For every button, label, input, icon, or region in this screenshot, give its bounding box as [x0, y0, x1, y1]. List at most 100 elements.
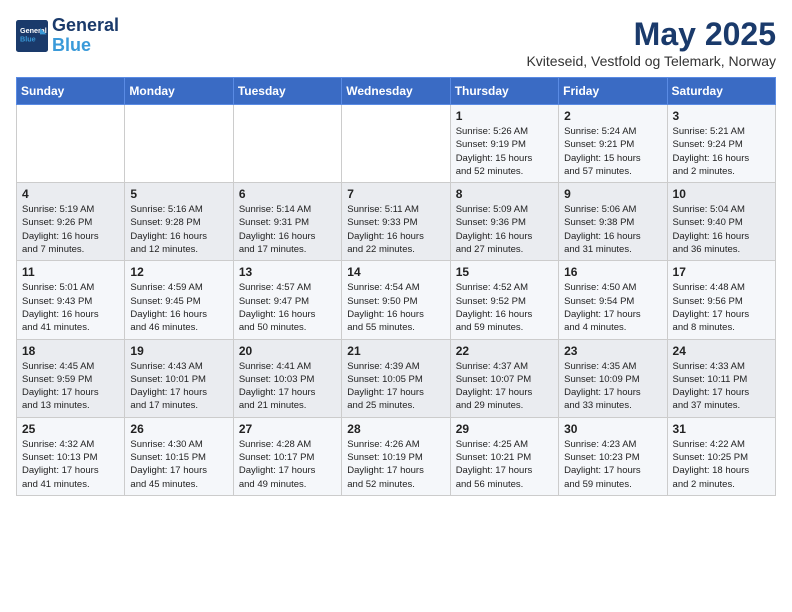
- calendar-cell: 21 Sunrise: 4:39 AM Sunset: 10:05 PM Dayl…: [342, 339, 450, 417]
- cell-content: Sunrise: 4:32 AM Sunset: 10:13 PM Daylig…: [22, 438, 119, 491]
- calendar-cell: 6 Sunrise: 5:14 AM Sunset: 9:31 PM Daylig…: [233, 183, 341, 261]
- calendar: SundayMondayTuesdayWednesdayThursdayFrid…: [16, 77, 776, 496]
- cell-content: Sunrise: 5:01 AM Sunset: 9:43 PM Dayligh…: [22, 281, 119, 334]
- day-number: 16: [564, 265, 661, 279]
- logo: General Blue General Blue: [16, 16, 119, 56]
- cell-content: Sunrise: 5:11 AM Sunset: 9:33 PM Dayligh…: [347, 203, 444, 256]
- day-number: 31: [673, 422, 770, 436]
- day-number: 27: [239, 422, 336, 436]
- cell-content: Sunrise: 5:09 AM Sunset: 9:36 PM Dayligh…: [456, 203, 553, 256]
- calendar-cell: 24 Sunrise: 4:33 AM Sunset: 10:11 PM Dayl…: [667, 339, 775, 417]
- calendar-cell: 18Sunrise: 4:45 AM Sunset: 9:59 PM Dayli…: [17, 339, 125, 417]
- cell-content: Sunrise: 5:14 AM Sunset: 9:31 PM Dayligh…: [239, 203, 336, 256]
- day-number: 12: [130, 265, 227, 279]
- day-number: 17: [673, 265, 770, 279]
- cell-content: Sunrise: 4:43 AM Sunset: 10:01 PM Daylig…: [130, 360, 227, 413]
- month-title: May 2025: [526, 16, 776, 53]
- cell-content: Sunrise: 4:22 AM Sunset: 10:25 PM Daylig…: [673, 438, 770, 491]
- calendar-cell: 23 Sunrise: 4:35 AM Sunset: 10:09 PM Dayl…: [559, 339, 667, 417]
- cell-content: Sunrise: 5:06 AM Sunset: 9:38 PM Dayligh…: [564, 203, 661, 256]
- calendar-cell: 3 Sunrise: 5:21 AM Sunset: 9:24 PM Daylig…: [667, 105, 775, 183]
- day-number: 20: [239, 344, 336, 358]
- header-row: SundayMondayTuesdayWednesdayThursdayFrid…: [17, 78, 776, 105]
- cell-content: Sunrise: 4:59 AM Sunset: 9:45 PM Dayligh…: [130, 281, 227, 334]
- cell-content: Sunrise: 4:48 AM Sunset: 9:56 PM Dayligh…: [673, 281, 770, 334]
- header-friday: Friday: [559, 78, 667, 105]
- logo-text: General Blue: [52, 16, 119, 56]
- day-number: 25: [22, 422, 119, 436]
- calendar-cell: 20 Sunrise: 4:41 AM Sunset: 10:03 PM Dayl…: [233, 339, 341, 417]
- calendar-cell: 13Sunrise: 4:57 AM Sunset: 9:47 PM Dayli…: [233, 261, 341, 339]
- calendar-cell: 4Sunrise: 5:19 AM Sunset: 9:26 PM Daylig…: [17, 183, 125, 261]
- day-number: 10: [673, 187, 770, 201]
- week-row-5: 25 Sunrise: 4:32 AM Sunset: 10:13 PM Dayl…: [17, 417, 776, 495]
- cell-content: Sunrise: 5:21 AM Sunset: 9:24 PM Dayligh…: [673, 125, 770, 178]
- calendar-cell: 1 Sunrise: 5:26 AM Sunset: 9:19 PM Daylig…: [450, 105, 558, 183]
- calendar-cell: 10 Sunrise: 5:04 AM Sunset: 9:40 PM Dayli…: [667, 183, 775, 261]
- cell-content: Sunrise: 4:39 AM Sunset: 10:05 PM Daylig…: [347, 360, 444, 413]
- day-number: 23: [564, 344, 661, 358]
- cell-content: Sunrise: 5:04 AM Sunset: 9:40 PM Dayligh…: [673, 203, 770, 256]
- day-number: 5: [130, 187, 227, 201]
- day-number: 22: [456, 344, 553, 358]
- cell-content: Sunrise: 4:23 AM Sunset: 10:23 PM Daylig…: [564, 438, 661, 491]
- day-number: 14: [347, 265, 444, 279]
- calendar-header: SundayMondayTuesdayWednesdayThursdayFrid…: [17, 78, 776, 105]
- header-tuesday: Tuesday: [233, 78, 341, 105]
- calendar-cell: 29 Sunrise: 4:25 AM Sunset: 10:21 PM Dayl…: [450, 417, 558, 495]
- page-header: General Blue General Blue May 2025 Kvite…: [16, 16, 776, 69]
- cell-content: Sunrise: 4:54 AM Sunset: 9:50 PM Dayligh…: [347, 281, 444, 334]
- day-number: 21: [347, 344, 444, 358]
- cell-content: Sunrise: 4:26 AM Sunset: 10:19 PM Daylig…: [347, 438, 444, 491]
- cell-content: Sunrise: 4:41 AM Sunset: 10:03 PM Daylig…: [239, 360, 336, 413]
- cell-content: Sunrise: 4:50 AM Sunset: 9:54 PM Dayligh…: [564, 281, 661, 334]
- day-number: 2: [564, 109, 661, 123]
- calendar-cell: 28 Sunrise: 4:26 AM Sunset: 10:19 PM Dayl…: [342, 417, 450, 495]
- calendar-cell: 7 Sunrise: 5:11 AM Sunset: 9:33 PM Daylig…: [342, 183, 450, 261]
- cell-content: Sunrise: 5:24 AM Sunset: 9:21 PM Dayligh…: [564, 125, 661, 178]
- calendar-cell: 16 Sunrise: 4:50 AM Sunset: 9:54 PM Dayli…: [559, 261, 667, 339]
- cell-content: Sunrise: 4:37 AM Sunset: 10:07 PM Daylig…: [456, 360, 553, 413]
- calendar-cell: [125, 105, 233, 183]
- cell-content: Sunrise: 5:16 AM Sunset: 9:28 PM Dayligh…: [130, 203, 227, 256]
- day-number: 3: [673, 109, 770, 123]
- calendar-body: 1 Sunrise: 5:26 AM Sunset: 9:19 PM Daylig…: [17, 105, 776, 496]
- day-number: 8: [456, 187, 553, 201]
- cell-content: Sunrise: 4:35 AM Sunset: 10:09 PM Daylig…: [564, 360, 661, 413]
- calendar-cell: 30Sunrise: 4:23 AM Sunset: 10:23 PM Dayl…: [559, 417, 667, 495]
- week-row-1: 1 Sunrise: 5:26 AM Sunset: 9:19 PM Daylig…: [17, 105, 776, 183]
- calendar-cell: 9Sunrise: 5:06 AM Sunset: 9:38 PM Daylig…: [559, 183, 667, 261]
- cell-content: Sunrise: 4:25 AM Sunset: 10:21 PM Daylig…: [456, 438, 553, 491]
- day-number: 1: [456, 109, 553, 123]
- week-row-2: 4Sunrise: 5:19 AM Sunset: 9:26 PM Daylig…: [17, 183, 776, 261]
- location-title: Kviteseid, Vestfold og Telemark, Norway: [526, 53, 776, 69]
- calendar-cell: 2 Sunrise: 5:24 AM Sunset: 9:21 PM Daylig…: [559, 105, 667, 183]
- title-section: May 2025 Kviteseid, Vestfold og Telemark…: [526, 16, 776, 69]
- day-number: 29: [456, 422, 553, 436]
- header-wednesday: Wednesday: [342, 78, 450, 105]
- cell-content: Sunrise: 4:33 AM Sunset: 10:11 PM Daylig…: [673, 360, 770, 413]
- day-number: 7: [347, 187, 444, 201]
- cell-content: Sunrise: 4:28 AM Sunset: 10:17 PM Daylig…: [239, 438, 336, 491]
- header-thursday: Thursday: [450, 78, 558, 105]
- calendar-cell: [17, 105, 125, 183]
- calendar-cell: 17 Sunrise: 4:48 AM Sunset: 9:56 PM Dayli…: [667, 261, 775, 339]
- week-row-3: 11Sunrise: 5:01 AM Sunset: 9:43 PM Dayli…: [17, 261, 776, 339]
- day-number: 24: [673, 344, 770, 358]
- svg-text:Blue: Blue: [20, 34, 36, 43]
- calendar-cell: 15Sunrise: 4:52 AM Sunset: 9:52 PM Dayli…: [450, 261, 558, 339]
- calendar-cell: 26Sunrise: 4:30 AM Sunset: 10:15 PM Dayl…: [125, 417, 233, 495]
- cell-content: Sunrise: 4:45 AM Sunset: 9:59 PM Dayligh…: [22, 360, 119, 413]
- calendar-cell: 27 Sunrise: 4:28 AM Sunset: 10:17 PM Dayl…: [233, 417, 341, 495]
- calendar-cell: 11Sunrise: 5:01 AM Sunset: 9:43 PM Dayli…: [17, 261, 125, 339]
- cell-content: Sunrise: 5:19 AM Sunset: 9:26 PM Dayligh…: [22, 203, 119, 256]
- cell-content: Sunrise: 4:30 AM Sunset: 10:15 PM Daylig…: [130, 438, 227, 491]
- calendar-cell: [233, 105, 341, 183]
- calendar-cell: 19Sunrise: 4:43 AM Sunset: 10:01 PM Dayl…: [125, 339, 233, 417]
- day-number: 6: [239, 187, 336, 201]
- cell-content: Sunrise: 5:26 AM Sunset: 9:19 PM Dayligh…: [456, 125, 553, 178]
- calendar-cell: 22 Sunrise: 4:37 AM Sunset: 10:07 PM Dayl…: [450, 339, 558, 417]
- header-sunday: Sunday: [17, 78, 125, 105]
- day-number: 28: [347, 422, 444, 436]
- calendar-cell: 31 Sunrise: 4:22 AM Sunset: 10:25 PM Dayl…: [667, 417, 775, 495]
